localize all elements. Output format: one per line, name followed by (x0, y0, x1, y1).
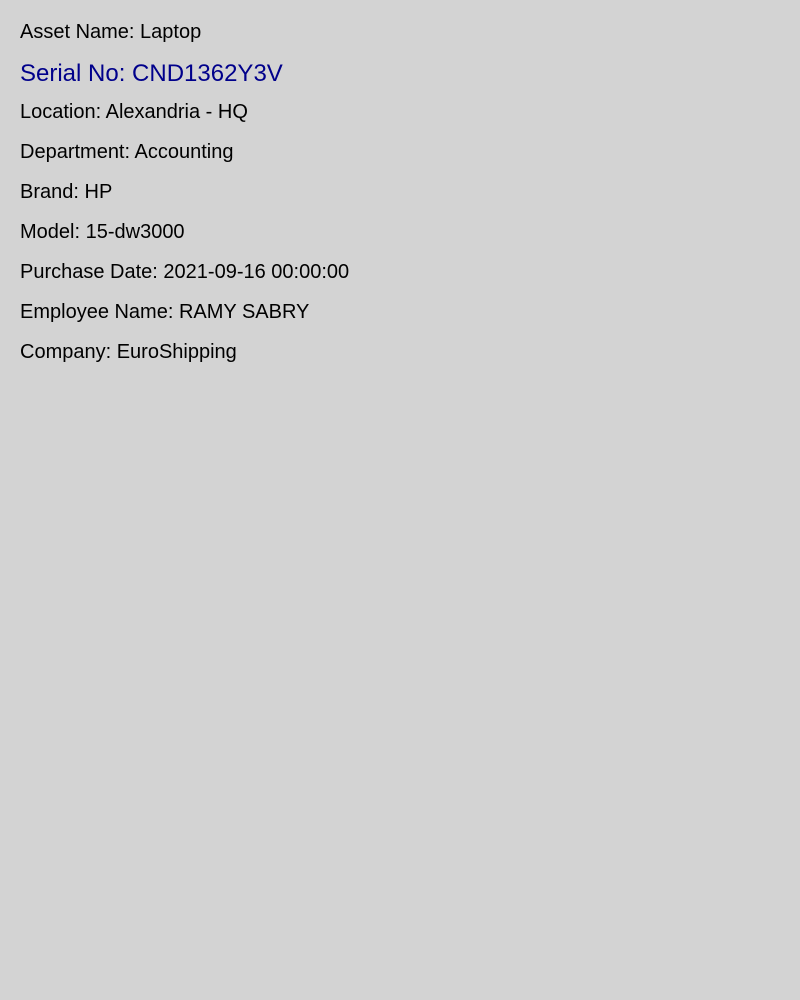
purchase-date-row: Purchase Date: 2021-09-16 00:00:00 (20, 260, 349, 284)
asset-detail-panel: Asset Name: Laptop Serial No: CND1362Y3V… (0, 0, 800, 1000)
brand-row: Brand: HP (20, 180, 112, 204)
location-row: Location: Alexandria - HQ (20, 100, 248, 124)
department-row: Department: Accounting (20, 140, 233, 164)
department-value: Accounting (134, 141, 234, 163)
company-value: EuroShipping (116, 341, 237, 363)
model-label: Model: (20, 221, 81, 243)
employee-name-label: Employee Name: (20, 301, 174, 323)
brand-value: HP (84, 181, 113, 203)
serial-no-value: CND1362Y3V (132, 60, 283, 87)
location-label: Location: (20, 101, 102, 123)
brand-label: Brand: (20, 181, 79, 203)
serial-no-row: Serial No: CND1362Y3V (20, 60, 283, 88)
purchase-date-label: Purchase Date: (20, 261, 158, 283)
model-value: 15-dw3000 (85, 221, 185, 243)
location-value: Alexandria - HQ (105, 101, 248, 123)
employee-name-row: Employee Name: RAMY SABRY (20, 300, 309, 324)
asset-name-value: Laptop (140, 21, 202, 43)
employee-name-value: RAMY SABRY (178, 301, 310, 323)
asset-name-label: Asset Name: (20, 21, 135, 43)
company-label: Company: (20, 341, 112, 363)
purchase-date-value: 2021-09-16 00:00:00 (163, 261, 350, 283)
department-label: Department: (20, 141, 131, 163)
asset-name-row: Asset Name: Laptop (20, 20, 201, 44)
model-row: Model: 15-dw3000 (20, 220, 185, 244)
company-row: Company: EuroShipping (20, 340, 237, 364)
serial-no-label: Serial No: (20, 60, 126, 87)
